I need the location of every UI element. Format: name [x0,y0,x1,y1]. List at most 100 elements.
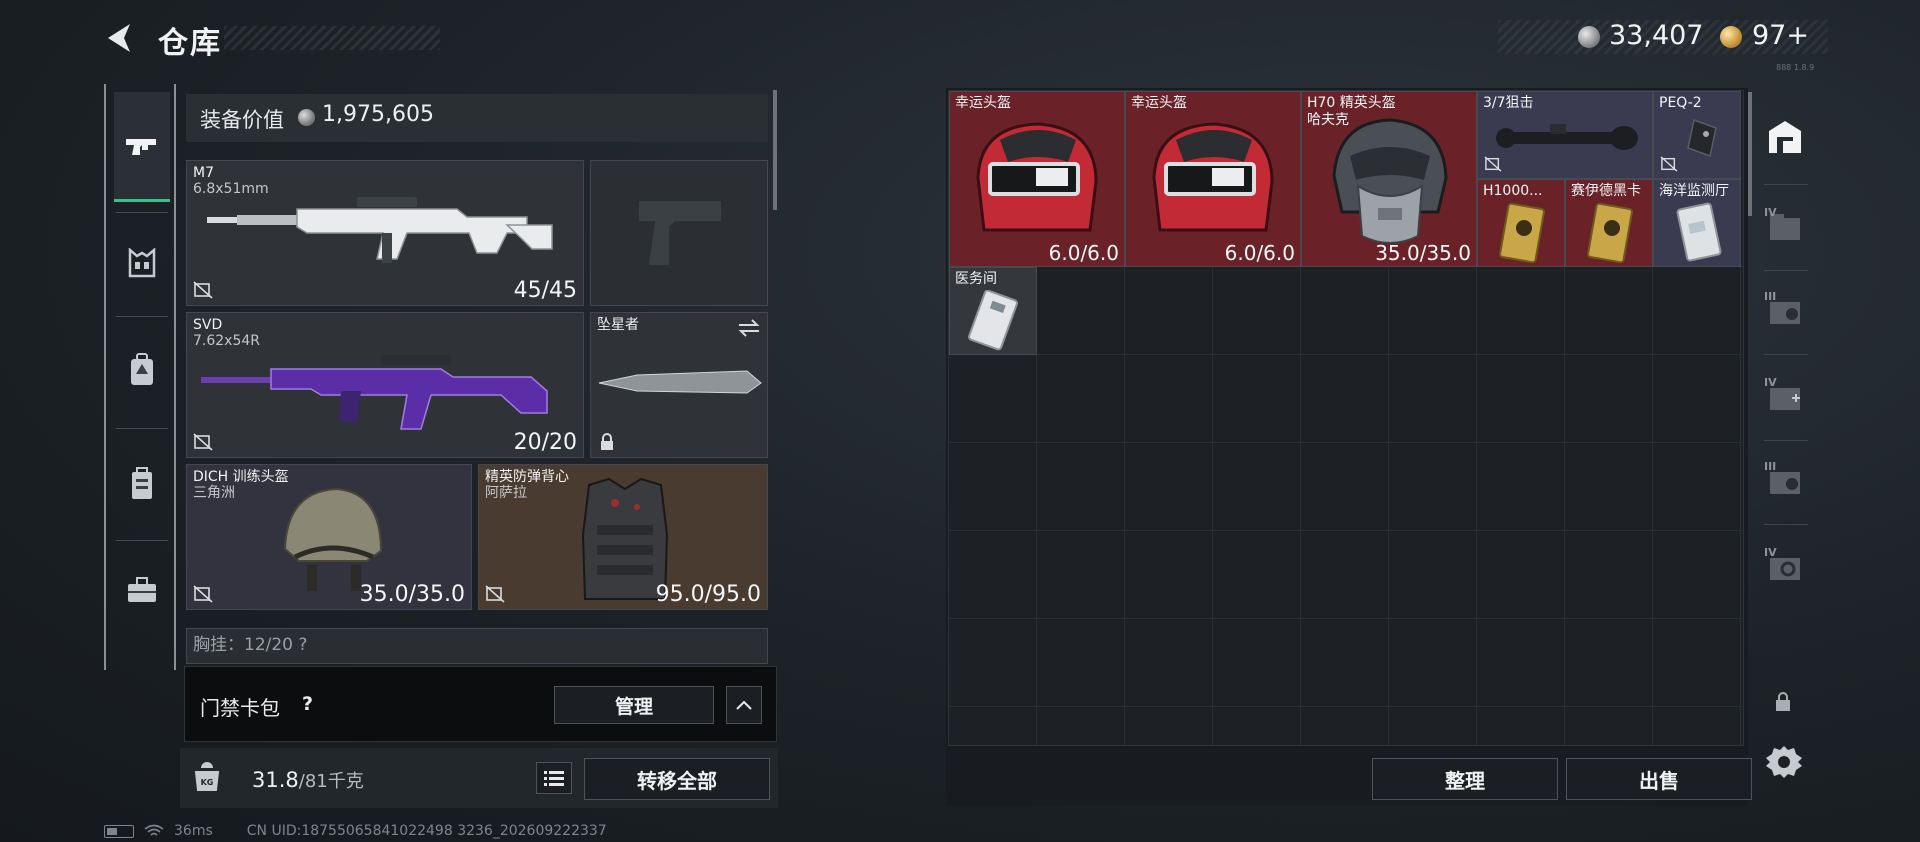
slot-ammo-count: 20/20 [513,430,577,455]
item-durability: 6.0/6.0 [1224,241,1295,265]
slot-name: 坠星者 [597,317,639,333]
gold-coin-icon [1720,26,1742,48]
no-trade-icon [193,433,213,451]
access-card-label: 门禁卡包 [200,696,280,720]
silver-currency-amount[interactable]: 33,407 [1609,20,1703,51]
silver-coin-icon [298,109,315,126]
storage-item-sniper-scope[interactable]: 3/7狙击 [1477,91,1653,179]
version-text: 888 1.8.9 [1776,63,1815,72]
category-backpack[interactable] [114,342,170,398]
tier-label: III [1764,460,1777,473]
storage-tab-box-4[interactable]: III [1762,458,1808,504]
storage-item-lucky-helmet[interactable]: 幸运头盔 6.0/6.0 [1125,91,1301,267]
settings-gear-icon[interactable] [1764,742,1804,782]
status-bar: 36ms CN UID:18755065841022498 3236_20260… [104,822,607,840]
sell-button[interactable]: 出售 [1566,758,1752,800]
ping-text: 36ms [174,823,213,839]
chest-rig-icon [128,248,156,278]
m7-rifle-art [207,197,553,263]
gold-keycard-art [1587,202,1633,264]
no-trade-icon [193,281,213,299]
toolbox-icon [128,577,156,602]
transfer-all-button[interactable]: 转移全部 [584,758,770,800]
item-name: 幸运头盔 [955,95,1011,111]
melee-weapon-slot[interactable]: 坠星者 [590,312,768,458]
slot-faction: 三角洲 [193,485,235,501]
warehouse-icon [1769,121,1801,153]
carry-weight: 31.8/81千克 [252,767,364,793]
tidy-button[interactable]: 整理 [1372,758,1558,800]
lucky-helmet-art [976,122,1098,232]
slot-durability: 95.0/95.0 [655,582,761,607]
title-decoration [224,26,440,50]
storage-item-medical-room-card[interactable]: 医务间 [949,267,1037,355]
wifi-icon [144,824,164,836]
gold-currency-amount[interactable]: 97+ [1752,20,1809,51]
storage-item-peq2[interactable]: PEQ-2 [1653,91,1741,179]
category-toolbox[interactable] [114,562,170,618]
storage-item-lucky-helmet[interactable]: 幸运头盔 6.0/6.0 [949,91,1125,267]
category-chest-rig[interactable] [114,236,170,292]
tier-label: III [1764,290,1777,303]
storage-tab-box-5[interactable]: IV [1762,544,1808,590]
storage-item-h1000-card[interactable]: H1000... [1477,179,1565,267]
item-name: PEQ-2 [1659,95,1702,111]
slot-name: DICH 训练头盔 [193,469,289,485]
slot-name: SVD [193,317,223,333]
item-name: 3/7狙击 [1483,95,1534,111]
armor-slot[interactable]: 精英防弹背心 阿萨拉 95.0/95.0 [478,464,768,610]
tier-label: IV [1764,206,1777,219]
page-title: 仓库 [158,26,222,61]
item-name: H70 精英头盔 [1307,95,1396,111]
swap-icon[interactable] [737,319,761,337]
weight-kg-icon: KG [194,762,220,791]
helmet-slot[interactable]: DICH 训练头盔 三角洲 35.0/35.0 [186,464,472,610]
storage-tab-box-2[interactable]: III [1762,288,1808,334]
chest-rig-row[interactable]: 胸挂：12/20 ? [186,628,768,664]
secondary-weapon-slot[interactable] [590,160,768,306]
lock-icon[interactable] [1773,690,1793,712]
manage-button[interactable]: 管理 [554,686,714,724]
white-keycard-art [1676,202,1722,262]
storage-item-sayed-black-card[interactable]: 赛伊德黑卡 [1565,179,1653,267]
svg-text:KG: KG [201,778,214,787]
tier-label: IV [1764,376,1777,389]
no-trade-icon [485,585,505,603]
case-icon [132,467,152,499]
list-view-button[interactable] [536,762,572,794]
no-trade-icon [1484,156,1502,172]
carry-weight-max: /81千克 [298,771,364,792]
slot-name: 精英防弹背心 [485,469,569,485]
primary-weapon-slot[interactable]: M7 6.8x51mm 45/45 [186,160,584,306]
storage-item-ocean-monitoring-card[interactable]: 海洋监测厅 [1653,179,1741,267]
storage-scrollbar[interactable] [1748,92,1752,216]
storage-tab-box-3[interactable]: IV [1762,374,1808,420]
item-durability: 35.0/35.0 [1375,241,1471,265]
help-icon[interactable]: ? [302,693,322,717]
h70-helmet-art [1332,118,1448,244]
category-rail [104,84,176,670]
equipment-value-label: 装备价值 [200,108,284,132]
back-arrow-icon [108,24,130,52]
carry-weight-current: 31.8 [252,768,299,792]
storage-item-h70-helmet[interactable]: H70 精英头盔 哈夫克 35.0/35.0 [1301,91,1477,267]
equipment-scrollbar[interactable] [773,90,777,210]
secondary-rifle-slot[interactable]: SVD 7.62x54R 20/20 [186,312,584,458]
item-name: 幸运头盔 [1131,95,1187,111]
storage-tab-box-1[interactable]: IV [1762,204,1808,250]
item-name: H1000... [1483,183,1543,199]
dich-helmet-art [283,487,383,591]
category-case[interactable] [114,456,170,512]
item-durability: 6.0/6.0 [1048,241,1119,265]
battery-icon [104,824,134,838]
collapse-button[interactable] [726,686,762,724]
storage-tab-warehouse[interactable] [1762,114,1808,160]
white-keycard-art [967,290,1019,351]
svd-rifle-art [201,355,548,430]
category-weapons[interactable] [114,92,170,202]
no-trade-icon [193,585,213,603]
melee-blade-art [598,370,762,394]
back-button[interactable] [100,20,140,56]
slot-faction: 阿萨拉 [485,485,527,501]
silver-coin-icon [1578,26,1600,48]
